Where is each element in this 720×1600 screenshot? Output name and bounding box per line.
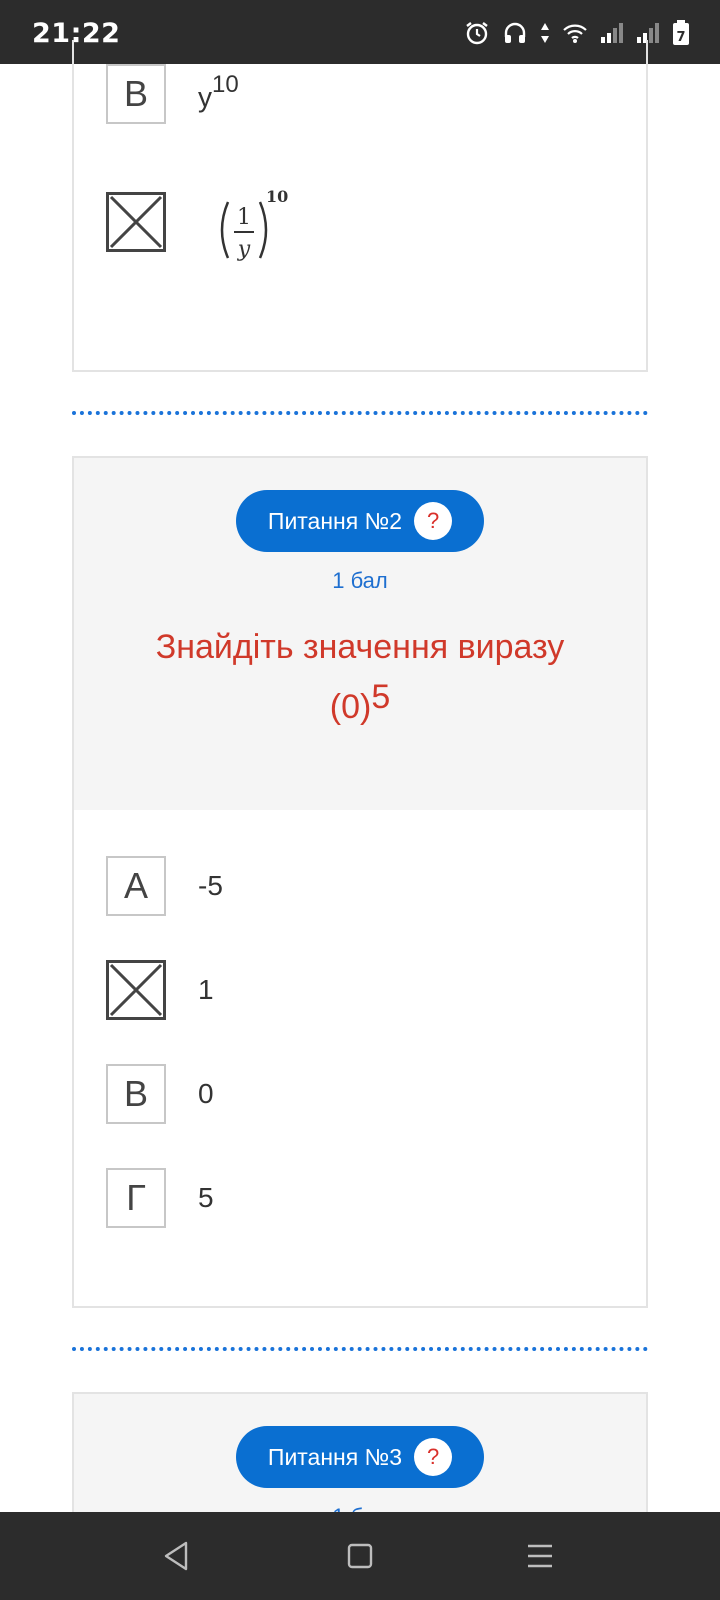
checked-box-icon[interactable] [106,960,166,1020]
question-number-badge[interactable]: Питання №2 ? [236,490,484,552]
question-number-label: Питання №3 [267,1443,403,1470]
answer-option-g[interactable]: Г 5 [106,1168,214,1228]
option-letter-box[interactable]: А [106,856,166,916]
question-expression: (0)5 [329,678,391,726]
option-text: 1 [198,974,214,1005]
option-text: 0 [198,1078,214,1109]
checked-box-icon[interactable] [106,192,166,252]
answer-option-v[interactable]: В 0 [106,1064,214,1124]
option-text: -5 [198,870,223,901]
help-icon[interactable]: ? [414,502,453,540]
home-icon[interactable] [346,1540,374,1572]
question-number-badge[interactable]: Питання №3 ? [236,1426,484,1488]
fraction-power-formula: 1 y 10 [220,187,288,262]
section-divider [72,411,648,415]
option-letter-box[interactable]: В [106,64,166,124]
battery-level: 7 [676,30,685,45]
answer-option-b-checked[interactable]: 1 [106,960,214,1020]
question-number-label: Питання №2 [267,507,403,534]
battery-icon: 7 [673,20,689,45]
navigation-bar [0,1512,720,1600]
option-text: y10 [198,70,239,113]
option-letter-box[interactable]: Г [106,1168,166,1228]
section-divider [72,1347,648,1351]
answer-option-checked[interactable]: 1 y 10 [106,172,304,272]
svg-text:10: 10 [266,187,288,206]
help-icon[interactable]: ? [414,1438,453,1476]
fraction-expression: 1 y 10 [214,172,304,272]
option-text: 5 [198,1182,214,1213]
svg-text:1: 1 [237,205,251,230]
question-2-card: Питання №2 ? 1 бал Знайдіть значення вир… [72,456,648,1308]
answer-option-v[interactable]: В y10 [106,64,239,124]
back-icon[interactable] [162,1540,190,1572]
question-text: Знайдіть значення виразу [155,628,565,666]
answer-option-a[interactable]: А -5 [106,856,223,916]
option-letter-box[interactable]: В [106,1064,166,1124]
question-1-card: В y10 1 y 10 [72,40,648,372]
menu-icon[interactable] [526,1540,554,1572]
question-header: Питання №2 ? 1 бал Знайдіть значення вир… [74,458,646,810]
question-points: 1 бал [332,568,388,593]
svg-text:y: y [237,237,251,262]
